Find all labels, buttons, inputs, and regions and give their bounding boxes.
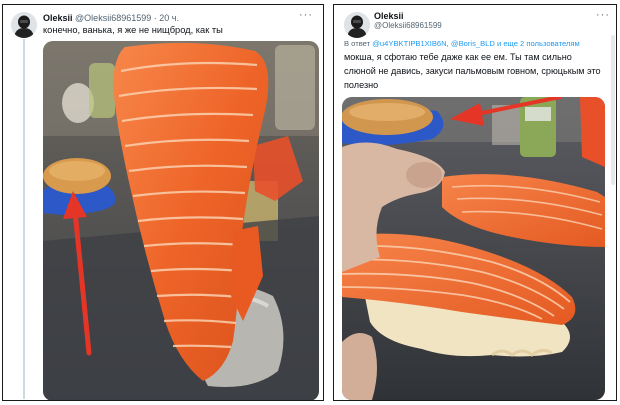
timestamp[interactable]: 20 ч.	[159, 13, 179, 23]
reply-user-link-2[interactable]: @Boris_BLD	[451, 39, 495, 48]
avatar[interactable]	[11, 12, 37, 38]
tweet-header: Oleksii @Oleksii68961599 · 20 ч.	[43, 13, 179, 23]
separator: ·	[153, 13, 157, 23]
avatar-icon	[344, 12, 370, 38]
author-handle[interactable]: @Oleksii68961599	[374, 21, 442, 30]
tweet-photo[interactable]	[43, 41, 319, 400]
author-handle-row: @Oleksii68961599	[374, 21, 442, 30]
thread-line	[23, 39, 25, 399]
reply-user-link-1[interactable]: @u4YBKTIPB1XIB6N	[372, 39, 446, 48]
tweet-card-left[interactable]: Oleksii @Oleksii68961599 · 20 ч. ··· кон…	[2, 4, 324, 401]
reply-more-users-link[interactable]: и еще 2 пользователям	[495, 39, 580, 48]
author-name-row: Oleksii	[374, 11, 404, 21]
author-handle[interactable]: @Oleksii68961599	[75, 13, 151, 23]
more-icon[interactable]: ···	[299, 9, 313, 21]
author-name[interactable]: Oleksii	[374, 11, 404, 21]
avatar-icon	[11, 12, 37, 38]
tweet-text: мокша, я сфотаю тебе даже как ее ем. Ты …	[344, 52, 601, 90]
more-icon[interactable]: ···	[596, 9, 610, 21]
author-name[interactable]: Oleksii	[43, 13, 73, 23]
tweet-card-right[interactable]: Oleksii @Oleksii68961599 ··· В ответ @u4…	[333, 4, 617, 401]
tweet-photo[interactable]	[342, 97, 605, 400]
reply-prefix: В ответ	[344, 39, 373, 48]
avatar[interactable]	[344, 12, 370, 38]
tweet-text: конечно, ванька, я же не нищброд, как ты	[43, 25, 223, 35]
scrollbar[interactable]	[611, 35, 615, 185]
reply-to-line: В ответ @u4YBKTIPB1XIB6N, @Boris_BLD и е…	[344, 39, 580, 48]
